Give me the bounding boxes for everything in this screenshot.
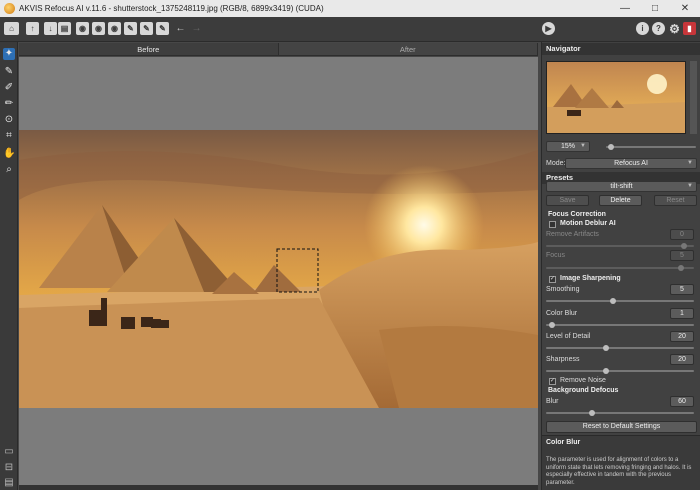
image-canvas[interactable] xyxy=(19,57,538,485)
color-picker-icon[interactable]: ⊙ xyxy=(3,114,15,126)
title-bar: AKVIS Refocus AI v.11.6 - shutterstock_1… xyxy=(0,0,700,17)
reset-preset-button[interactable]: Reset xyxy=(654,195,697,206)
level-of-detail-value[interactable]: 20 xyxy=(670,331,694,342)
blur-slider-thumb[interactable] xyxy=(588,410,595,416)
color-blur-value[interactable]: 1 xyxy=(670,308,694,319)
remove-noise-checkbox[interactable]: ✓ xyxy=(549,378,556,385)
export-presets-icon[interactable]: ◉ xyxy=(92,22,105,35)
chevron-down-icon: ▼ xyxy=(687,183,693,189)
remove-noise-label: Remove Noise xyxy=(560,377,606,384)
tool-strip: ✦ ✎ ✐ ✏ ⊙ ⌗ ✋ ⌕ ▭ ⊟ ▤ xyxy=(0,42,18,490)
desert-pyramids-photo[interactable] xyxy=(19,130,538,408)
open-icon[interactable]: ↑ xyxy=(26,22,39,35)
zoom-slider-thumb[interactable] xyxy=(608,144,614,150)
preset-select[interactable]: tilt-shift ▼ xyxy=(546,181,697,192)
focus-slider-thumb[interactable] xyxy=(678,265,685,271)
image-sharpening-checkbox[interactable]: ✓ xyxy=(549,276,556,283)
zoom-icon[interactable]: ⌕ xyxy=(3,164,15,176)
undo-icon[interactable]: ← xyxy=(174,22,187,35)
view-single-icon[interactable]: ▭ xyxy=(3,446,15,458)
focus-area-brush-icon[interactable]: ✦ xyxy=(3,48,15,60)
sharpen-icon[interactable]: ✎ xyxy=(156,22,169,35)
chevron-down-icon: ▼ xyxy=(580,143,586,149)
pencil-icon[interactable]: ✏ xyxy=(3,98,15,110)
smoothing-label: Smoothing xyxy=(546,286,580,293)
color-blur-slider-thumb[interactable] xyxy=(548,322,555,328)
home-icon[interactable]: ⌂ xyxy=(4,22,19,35)
smoothing-slider[interactable] xyxy=(546,298,694,304)
minimize-button[interactable]: — xyxy=(610,3,640,14)
brush-icon[interactable]: ✎ xyxy=(140,22,153,35)
navigator-header: Navigator xyxy=(542,43,700,55)
maximize-button[interactable]: □ xyxy=(640,3,670,14)
tutorial-icon[interactable]: ▮ xyxy=(683,22,696,35)
import-presets-icon[interactable]: ◉ xyxy=(76,22,89,35)
info-icon[interactable]: i xyxy=(636,22,649,35)
focus-label: Focus xyxy=(546,252,566,259)
level-of-detail-slider-thumb[interactable] xyxy=(602,345,609,351)
app-logo-icon xyxy=(4,3,15,14)
horizontal-scrollbar[interactable] xyxy=(19,485,538,490)
blur-value[interactable]: 60 xyxy=(670,396,694,407)
sharpness-slider[interactable] xyxy=(546,368,694,374)
sharpness-value[interactable]: 20 xyxy=(670,354,694,365)
focus-correction-title: Focus Correction xyxy=(548,211,606,218)
background-defocus-title: Background Defocus xyxy=(548,387,619,394)
delete-preset-button[interactable]: Delete xyxy=(599,195,642,206)
zoom-slider[interactable] xyxy=(606,144,696,150)
tab-before[interactable]: Before xyxy=(19,43,279,55)
reset-defaults-button[interactable]: Reset to Default Settings xyxy=(546,421,697,433)
remove-artifacts-label: Remove Artifacts xyxy=(546,231,599,238)
blur-label: Blur xyxy=(546,398,559,405)
motion-deblur-checkbox[interactable] xyxy=(549,221,556,228)
toolbar: ⌂ ↑ ↓ ▤ ◉ ◉ ◉ ✎ ✎ ✎ ← → ▶ i ? ⚙ ▮ xyxy=(0,17,700,42)
mode-label: Mode: xyxy=(546,160,566,167)
smoothing-slider-thumb[interactable] xyxy=(609,298,616,304)
remove-artifacts-slider[interactable] xyxy=(546,243,694,249)
hint-title: Color Blur xyxy=(546,439,581,446)
save-icon[interactable]: ↓ xyxy=(44,22,57,35)
focus-value[interactable]: 5 xyxy=(670,250,694,261)
settings-icon[interactable]: ⚙ xyxy=(668,22,681,36)
hint-box: Color Blur The parameter is used for ali… xyxy=(542,435,700,490)
chevron-down-icon: ▼ xyxy=(687,160,693,166)
focus-slider[interactable] xyxy=(546,265,694,271)
view-split-icon[interactable]: ⊟ xyxy=(3,462,15,474)
save-preset-button[interactable]: Save xyxy=(546,195,589,206)
zoom-select[interactable]: 15% ▼ xyxy=(546,141,590,152)
level-of-detail-slider[interactable] xyxy=(546,345,694,351)
eraser-icon[interactable]: ✐ xyxy=(3,82,15,94)
smoothing-value[interactable]: 5 xyxy=(670,284,694,295)
hand-icon[interactable]: ✋ xyxy=(3,148,15,160)
print-icon[interactable]: ▤ xyxy=(58,22,71,35)
eraser-plugin-icon[interactable]: ✎ xyxy=(124,22,137,35)
remove-artifacts-slider-thumb[interactable] xyxy=(680,243,687,249)
mode-select[interactable]: Refocus AI ▼ xyxy=(565,158,697,169)
remove-artifacts-value[interactable]: 0 xyxy=(670,229,694,240)
hint-text: The parameter is used for alignment of c… xyxy=(546,457,692,486)
color-blur-label: Color Blur xyxy=(546,310,578,317)
crop-icon[interactable]: ⌗ xyxy=(3,130,15,142)
view-compare-icon[interactable]: ▤ xyxy=(3,477,15,489)
batch-icon[interactable]: ◉ xyxy=(108,22,121,35)
navigator-thumbnail[interactable] xyxy=(546,61,686,134)
settings-panel: Navigator 15% ▼ Mode: Refocus AI ▼ Presets… xyxy=(541,42,700,490)
sharpness-label: Sharpness xyxy=(546,356,580,363)
motion-deblur-label: Motion Deblur AI xyxy=(560,220,616,227)
view-tabs: Before After xyxy=(19,43,538,56)
tab-after[interactable]: After xyxy=(278,43,538,55)
window-title: AKVIS Refocus AI v.11.6 - shutterstock_1… xyxy=(19,4,324,13)
image-sharpening-label: Image Sharpening xyxy=(560,275,621,282)
color-blur-slider[interactable] xyxy=(546,322,694,328)
close-button[interactable]: ✕ xyxy=(670,3,700,14)
level-of-detail-label: Level of Detail xyxy=(546,333,591,340)
help-icon[interactable]: ? xyxy=(652,22,665,35)
sharpness-slider-thumb[interactable] xyxy=(602,368,609,374)
background-brush-icon[interactable]: ✎ xyxy=(3,66,15,78)
redo-icon[interactable]: → xyxy=(190,22,203,35)
navigator-scrollbar[interactable] xyxy=(690,61,697,134)
blur-slider[interactable] xyxy=(546,410,694,416)
run-icon[interactable]: ▶ xyxy=(542,22,555,35)
